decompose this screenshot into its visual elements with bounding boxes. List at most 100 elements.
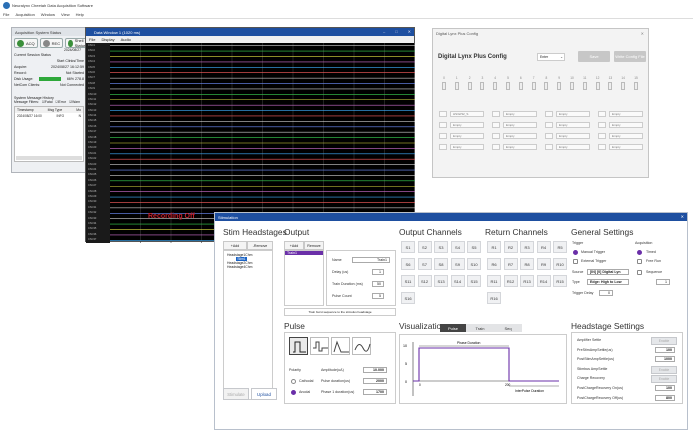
dw-menu-display[interactable]: Display — [101, 37, 114, 42]
slot-dropdown[interactable]: Empty — [609, 133, 643, 139]
return-channels-button[interactable]: R5 — [553, 241, 567, 253]
maximize-icon[interactable]: □ — [395, 29, 397, 34]
sequence-checkbox[interactable] — [637, 270, 642, 275]
output-channels-button[interactable]: S11 — [401, 275, 415, 287]
return-channels-button[interactable]: R6 — [487, 258, 501, 270]
stim-close-icon[interactable]: ✕ — [681, 214, 684, 219]
return-channels-button[interactable]: R10 — [553, 258, 567, 270]
menu-file[interactable]: File — [3, 12, 9, 17]
return-channels-button[interactable]: R15 — [553, 275, 567, 287]
slot-dropdown[interactable]: Empty — [450, 122, 484, 128]
sequence-field[interactable]: 1 — [656, 279, 670, 285]
filter-fatal[interactable]: ☑Fatal — [42, 100, 53, 104]
return-channels-button[interactable]: R3 — [520, 241, 534, 253]
hs-setting-field[interactable]: 100 — [655, 385, 675, 391]
tab-seq[interactable]: Seq — [494, 324, 522, 332]
hs-setting-field[interactable]: 100 — [655, 346, 675, 353]
hs-setting-field[interactable]: 1000 — [655, 356, 675, 363]
hs-setting-field[interactable]: 800 — [655, 394, 675, 401]
output-channels-button[interactable]: S4 — [450, 241, 465, 253]
lynx-channel[interactable]: 14 — [618, 76, 628, 90]
output-channels-button[interactable]: S6 — [401, 258, 415, 270]
output-channels-button[interactable]: S16 — [401, 292, 415, 304]
lynx-close-icon[interactable]: ✕ — [641, 31, 644, 36]
hs-enable-button[interactable]: Enable — [651, 365, 677, 374]
tab-train[interactable]: Train — [466, 324, 494, 332]
timed-radio[interactable] — [637, 250, 642, 255]
lynx-channel[interactable]: 7 — [529, 76, 539, 90]
stimulate-button[interactable]: Stimulate — [223, 388, 249, 400]
lynx-channel[interactable]: 13 — [605, 76, 615, 90]
slot-dropdown[interactable]: Empty — [503, 133, 537, 139]
output-remove-button[interactable]: Remove — [304, 241, 324, 250]
lynx-channel[interactable]: 10 — [567, 76, 577, 90]
return-channels-button[interactable]: R13 — [520, 275, 534, 287]
channel-label[interactable]: CSC37 — [86, 237, 110, 242]
type-dropdown[interactable]: Edge: High to Low — [587, 279, 629, 285]
pulse-duration-field[interactable]: 2000 — [363, 378, 387, 384]
table-scrollbar[interactable] — [16, 156, 82, 160]
delay-field[interactable]: 1 — [372, 269, 384, 275]
tab-pulse[interactable]: Pulse — [440, 324, 466, 332]
phase1-duration-field[interactable]: 1700 — [363, 389, 387, 395]
external-trigger-checkbox[interactable] — [573, 259, 578, 264]
lynx-channel[interactable]: 3 — [477, 76, 487, 90]
asymmetric-wave-icon[interactable] — [310, 337, 329, 355]
return-channels-button[interactable]: R14 — [536, 275, 551, 287]
slot-dropdown[interactable]: Empty — [609, 111, 643, 117]
cathodal-radio[interactable] — [291, 379, 296, 384]
slot-dropdown[interactable]: Empty — [556, 144, 590, 150]
output-channels-button[interactable]: S7 — [417, 258, 432, 270]
hs-enable-button[interactable]: Enable — [651, 337, 677, 345]
slot-dropdown[interactable]: Empty — [503, 111, 537, 117]
output-channels-button[interactable]: S9 — [450, 258, 465, 270]
lynx-channel[interactable]: 8 — [541, 76, 551, 90]
upload-button[interactable]: Upload — [251, 388, 277, 400]
slot-dropdown[interactable]: Empty — [450, 133, 484, 139]
lynx-channel[interactable]: 0 — [439, 76, 449, 90]
lynx-channel[interactable]: 1 — [452, 76, 462, 90]
return-channels-button[interactable]: R12 — [503, 275, 518, 287]
headstage-remove-button[interactable]: -Remove — [247, 241, 273, 250]
output-channels-button[interactable]: S13 — [434, 275, 448, 287]
slot-dropdown[interactable]: Empty — [556, 111, 590, 117]
return-channels-button[interactable]: R2 — [503, 241, 518, 253]
slot-dropdown[interactable]: Empty — [609, 122, 643, 128]
output-channels-button[interactable]: S5 — [467, 241, 481, 253]
output-channels-button[interactable]: S8 — [434, 258, 448, 270]
amplitude-field[interactable]: 10.000 — [363, 367, 387, 373]
lynx-channel[interactable]: 9 — [554, 76, 564, 90]
table-row[interactable]: 2024/08/27 16:00 INFO N — [15, 113, 83, 119]
rec-button[interactable]: REC — [39, 38, 64, 48]
output-channels-button[interactable]: S3 — [434, 241, 448, 253]
return-channels-button[interactable]: R7 — [503, 258, 518, 270]
return-channels-button[interactable]: R9 — [536, 258, 551, 270]
headstage-add-button[interactable]: +Add — [223, 241, 247, 250]
sine-wave-icon[interactable] — [352, 337, 371, 355]
output-add-button[interactable]: +Add — [284, 241, 304, 250]
output-channels-button[interactable]: S10 — [467, 258, 481, 270]
lynx-channel[interactable]: 11 — [580, 76, 590, 90]
pulse-count-field[interactable]: 5 — [372, 293, 384, 299]
return-channels-button[interactable]: R1 — [487, 241, 501, 253]
output-channels-button[interactable]: S14 — [450, 275, 465, 287]
output-item-train1[interactable]: Train1 — [285, 251, 323, 255]
train-duration-field[interactable]: 50 — [372, 281, 384, 287]
tree-item-headstage1[interactable]: Headstage1Chm — [224, 253, 272, 257]
close-icon[interactable]: ✕ — [408, 29, 411, 34]
hs-enable-button[interactable]: Enable — [651, 375, 677, 384]
anodal-radio[interactable] — [291, 390, 296, 395]
lynx-channel[interactable]: 5 — [503, 76, 513, 90]
biphasic-square-wave-icon[interactable] — [289, 337, 308, 355]
dw-menu-file[interactable]: File — [89, 37, 95, 42]
manual-trigger-radio[interactable] — [573, 250, 578, 255]
trigger-delay-field[interactable]: 0 — [599, 290, 613, 296]
menu-view[interactable]: View — [61, 12, 70, 17]
output-channels-button[interactable]: S15 — [467, 275, 481, 287]
source-dropdown[interactable]: [IN] [0] Digital Lyn — [587, 269, 629, 275]
slot-dropdown[interactable]: Empty — [503, 144, 537, 150]
lynx-mode-dropdown[interactable]: Enter ⌄ — [537, 53, 565, 61]
lynx-channel[interactable]: 15 — [631, 76, 641, 90]
return-channels-button[interactable]: R4 — [536, 241, 551, 253]
menu-acquisition[interactable]: Acquisition — [15, 12, 34, 17]
